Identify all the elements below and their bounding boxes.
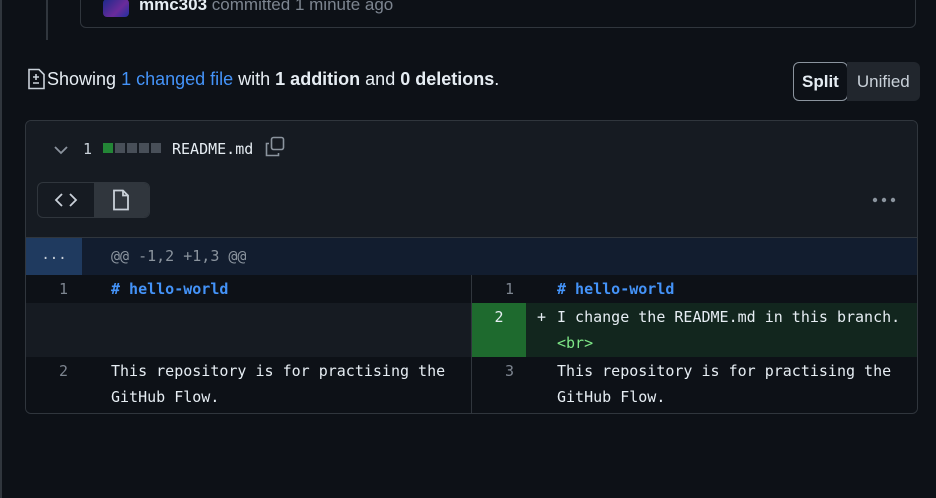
right-code-line-wrap: <br> [557, 334, 594, 352]
diffstat-block [151, 143, 161, 153]
hunk-header-row: ... @@ -1,2 +1,3 @@ [26, 237, 917, 275]
changed-files-link[interactable]: 1 changed file [121, 69, 233, 89]
addition-marker: + [537, 308, 547, 326]
left-code-line: # hello-world [111, 280, 229, 298]
left-border [0, 0, 2, 498]
commit-row: mmc303 committed 1 minute ago [80, 0, 916, 28]
diffstat-block [103, 143, 113, 153]
summary-mid1: with [233, 69, 276, 89]
expand-lines-button[interactable]: ... [26, 238, 82, 275]
right-line-number[interactable]: 1 [472, 275, 547, 303]
left-line-number[interactable]: 2 [26, 357, 101, 385]
diffstat-blocks [103, 143, 161, 153]
avatar[interactable] [103, 0, 129, 17]
view-mode-toggle: Split Unified [793, 62, 920, 102]
left-code-line: This repository is for practising the [111, 362, 446, 380]
split-diff-table: 1 # hello-world 1 # hello-world 2 + I ch… [26, 275, 917, 413]
diffstat-block [139, 143, 149, 153]
unified-button[interactable]: Unified [846, 62, 920, 101]
additions-count: 1 addition [275, 69, 361, 89]
right-code-line: I change the README.md in this branch. [557, 308, 901, 326]
diff-summary: Showing 1 changed file with 1 addition a… [47, 69, 499, 90]
summary-suffix: . [494, 69, 500, 89]
code-icon [54, 193, 78, 207]
split-button[interactable]: Split [793, 62, 848, 101]
file-name[interactable]: README.md [172, 140, 253, 158]
summary-prefix: Showing [47, 69, 122, 89]
right-line-number[interactable]: 2 [472, 303, 526, 357]
right-code-line: This repository is for practising the [557, 362, 892, 380]
rich-view-button[interactable] [93, 183, 149, 217]
right-line-number[interactable]: 3 [472, 357, 547, 385]
commit-text: mmc303 committed 1 minute ago [139, 0, 393, 15]
summary-mid2: and [360, 69, 401, 89]
file-view-toggle [37, 182, 150, 218]
diffstat-block [127, 143, 137, 153]
left-line-number[interactable]: 1 [26, 275, 101, 303]
chevron-down-icon[interactable] [53, 142, 69, 158]
source-view-button[interactable] [38, 183, 94, 217]
timeline-line [46, 0, 48, 40]
more-options-icon[interactable] [871, 194, 897, 206]
left-empty-cell [26, 303, 471, 357]
hunk-header: @@ -1,2 +1,3 @@ [111, 247, 247, 265]
file-header: 1 README.md [26, 121, 917, 237]
file-diff-icon [28, 68, 45, 90]
change-count: 1 [83, 140, 93, 158]
file-icon [113, 189, 130, 211]
diffstat-block [115, 143, 125, 153]
commit-author[interactable]: mmc303 [139, 0, 207, 14]
commit-time[interactable]: 1 minute ago [295, 0, 393, 14]
file-diff-card: 1 README.md ... @@ -1,2 +1,3 @@ 1 # hell… [25, 120, 918, 414]
left-code-line-wrap: GitHub Flow. [111, 388, 220, 406]
right-code-line-wrap: GitHub Flow. [557, 388, 666, 406]
right-code-line: # hello-world [557, 280, 675, 298]
split-divider [471, 275, 472, 413]
deletions-count: 0 deletions [400, 69, 495, 89]
commit-action: committed [211, 0, 291, 14]
copy-icon[interactable] [264, 136, 286, 158]
